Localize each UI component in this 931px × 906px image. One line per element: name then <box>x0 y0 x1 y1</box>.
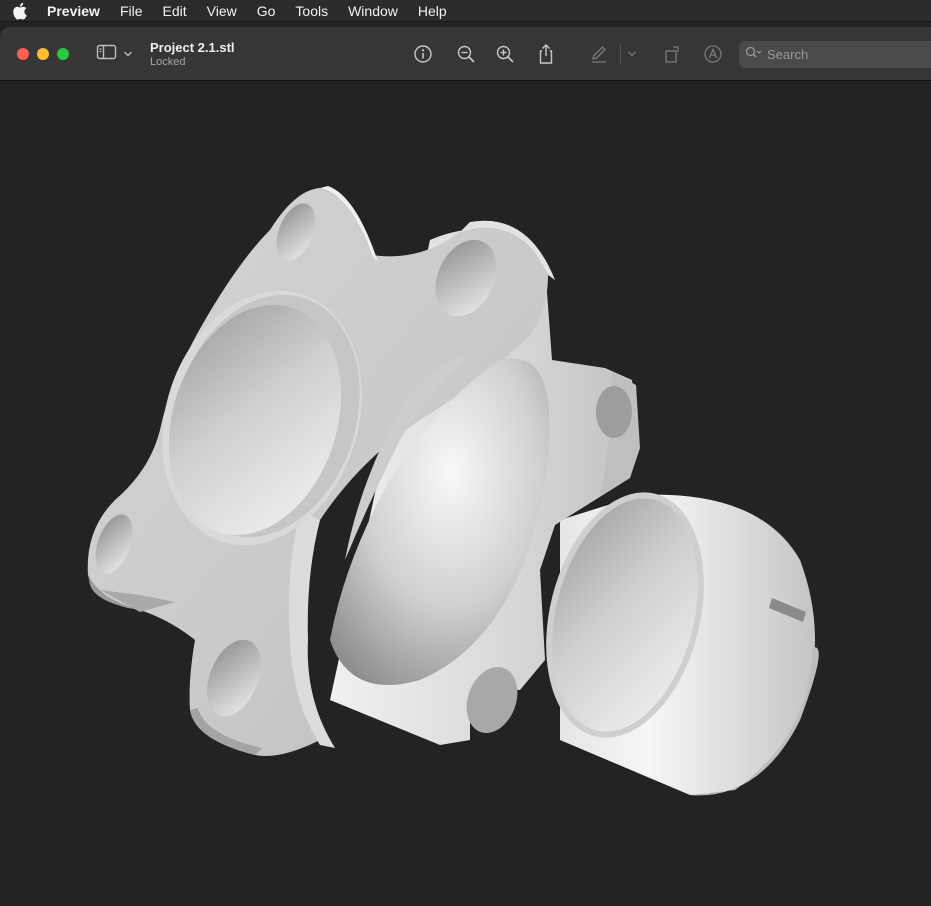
sidebar-icon <box>96 44 118 65</box>
menu-edit[interactable]: Edit <box>163 3 187 19</box>
rotate-icon <box>662 44 682 64</box>
markup-menu-button[interactable] <box>624 43 640 65</box>
menu-window[interactable]: Window <box>348 3 398 19</box>
share-icon <box>536 43 556 65</box>
search-placeholder: Search <box>767 47 809 62</box>
markup-pen-button[interactable] <box>588 43 610 65</box>
markup-circle-button[interactable] <box>702 43 724 65</box>
document-title: Project 2.1.stl <box>150 40 235 55</box>
menu-bar: Preview File Edit View Go Tools Window H… <box>0 0 931 22</box>
rotate-button[interactable] <box>661 43 683 65</box>
stl-model-render[interactable] <box>0 82 931 906</box>
document-viewport[interactable] <box>0 82 931 906</box>
document-title-block[interactable]: Project 2.1.stl Locked <box>150 40 235 69</box>
search-field[interactable]: Search <box>739 41 931 68</box>
apple-menu-icon[interactable] <box>12 2 28 20</box>
share-button[interactable] <box>535 43 557 65</box>
zoom-in-icon <box>495 44 515 64</box>
document-status: Locked <box>150 56 186 68</box>
menu-app-preview[interactable]: Preview <box>47 3 100 19</box>
markup-circle-icon <box>703 44 723 64</box>
menu-help[interactable]: Help <box>418 3 447 19</box>
info-icon <box>413 44 433 64</box>
menu-view[interactable]: View <box>207 3 237 19</box>
menu-file[interactable]: File <box>120 3 143 19</box>
chevron-down-icon <box>627 50 637 58</box>
zoom-out-button[interactable] <box>455 43 477 65</box>
close-window-button[interactable] <box>17 48 29 60</box>
menu-go[interactable]: Go <box>257 3 276 19</box>
menu-tools[interactable]: Tools <box>295 3 328 19</box>
zoom-in-button[interactable] <box>494 43 516 65</box>
fullscreen-window-button[interactable] <box>57 48 69 60</box>
search-icon <box>745 46 763 63</box>
chevron-down-icon <box>123 45 133 63</box>
toolbar-divider <box>620 44 621 64</box>
info-button[interactable] <box>412 43 434 65</box>
minimize-window-button[interactable] <box>37 48 49 60</box>
markup-pen-icon <box>589 44 609 64</box>
zoom-out-icon <box>456 44 476 64</box>
sidebar-toggle-button[interactable] <box>96 44 136 64</box>
